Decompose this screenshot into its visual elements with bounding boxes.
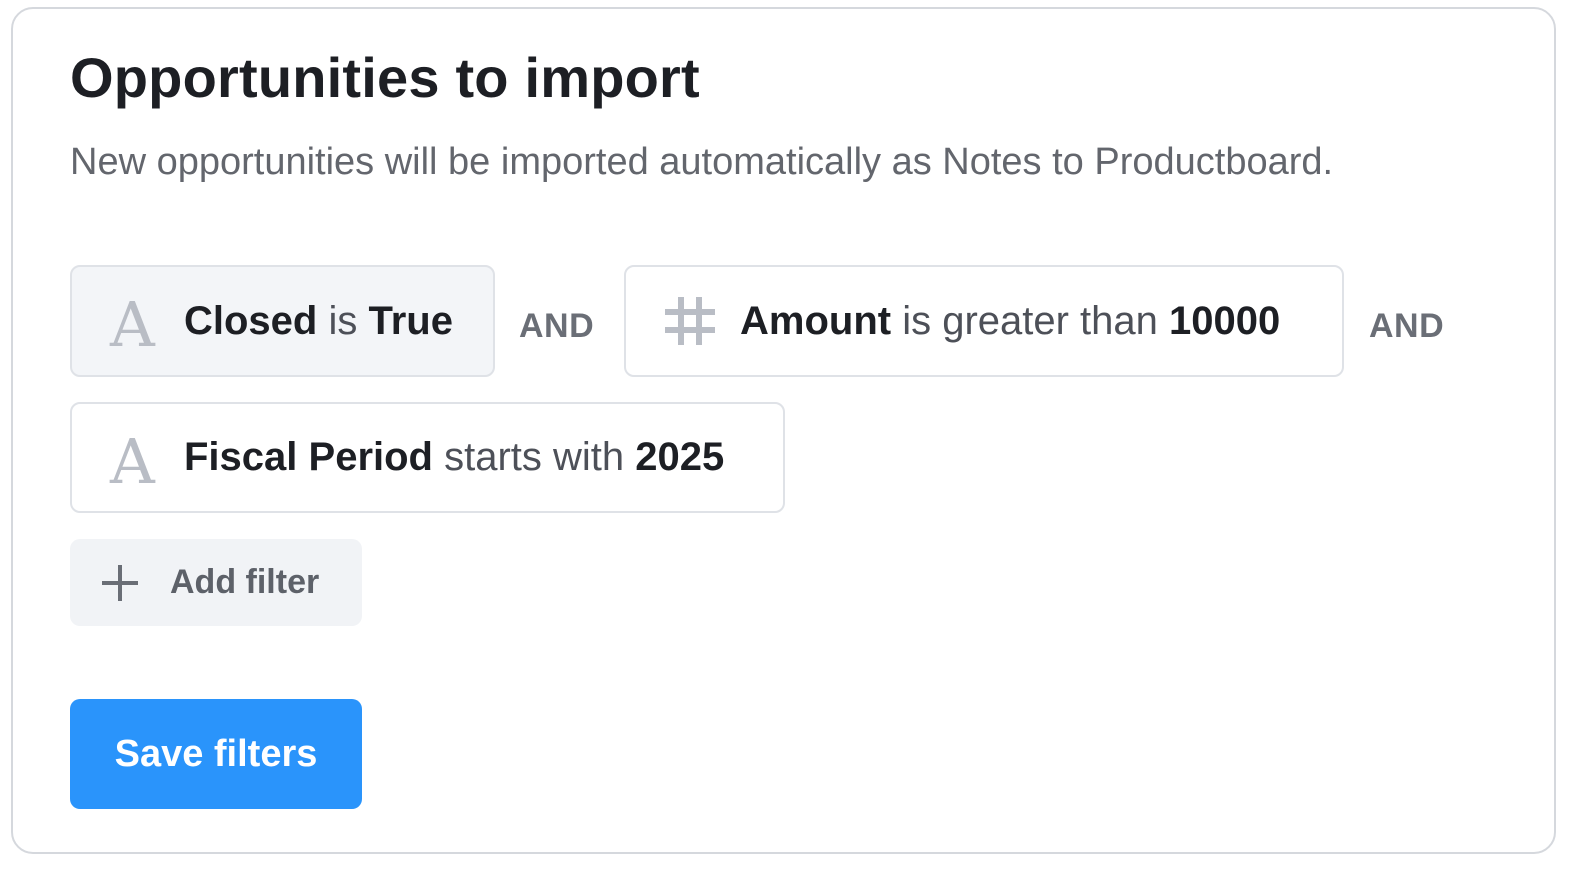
number-type-icon [665, 297, 715, 345]
add-filter-label: Add filter [170, 563, 320, 601]
import-filters-card: Opportunities to import New opportunitie… [11, 7, 1556, 854]
filter-operator: starts with [444, 435, 625, 479]
filter-operator: is greater than [902, 298, 1158, 343]
filter-field: Fiscal Period [184, 435, 433, 479]
filter-text: Amount is greater than 10000 [740, 299, 1280, 344]
text-type-icon: A [110, 424, 155, 498]
filter-value: 2025 [635, 435, 725, 479]
page-title: Opportunities to import [70, 46, 700, 109]
filter-chip-amount[interactable]: Amount is greater than 10000 [624, 265, 1344, 377]
and-connector: AND [1369, 307, 1445, 345]
filter-field: Amount [740, 298, 892, 343]
filter-text: Fiscal Period starts with 2025 [184, 435, 724, 480]
filter-text: Closed is True [184, 299, 453, 344]
filter-operator: is [328, 298, 358, 343]
filter-value: True [368, 298, 453, 343]
text-type-icon: A [110, 288, 155, 361]
page-subtitle: New opportunities will be imported autom… [70, 141, 1334, 183]
save-filters-button[interactable]: Save filters [70, 699, 362, 809]
add-filter-button[interactable]: Add filter [70, 539, 362, 626]
plus-icon [102, 564, 138, 601]
filter-chip-closed[interactable]: A Closed is True [70, 265, 495, 377]
filter-field: Closed [184, 298, 318, 343]
and-connector: AND [519, 307, 595, 345]
filter-chip-fiscal-period[interactable]: A Fiscal Period starts with 2025 [70, 402, 785, 513]
filter-value: 10000 [1169, 298, 1281, 343]
